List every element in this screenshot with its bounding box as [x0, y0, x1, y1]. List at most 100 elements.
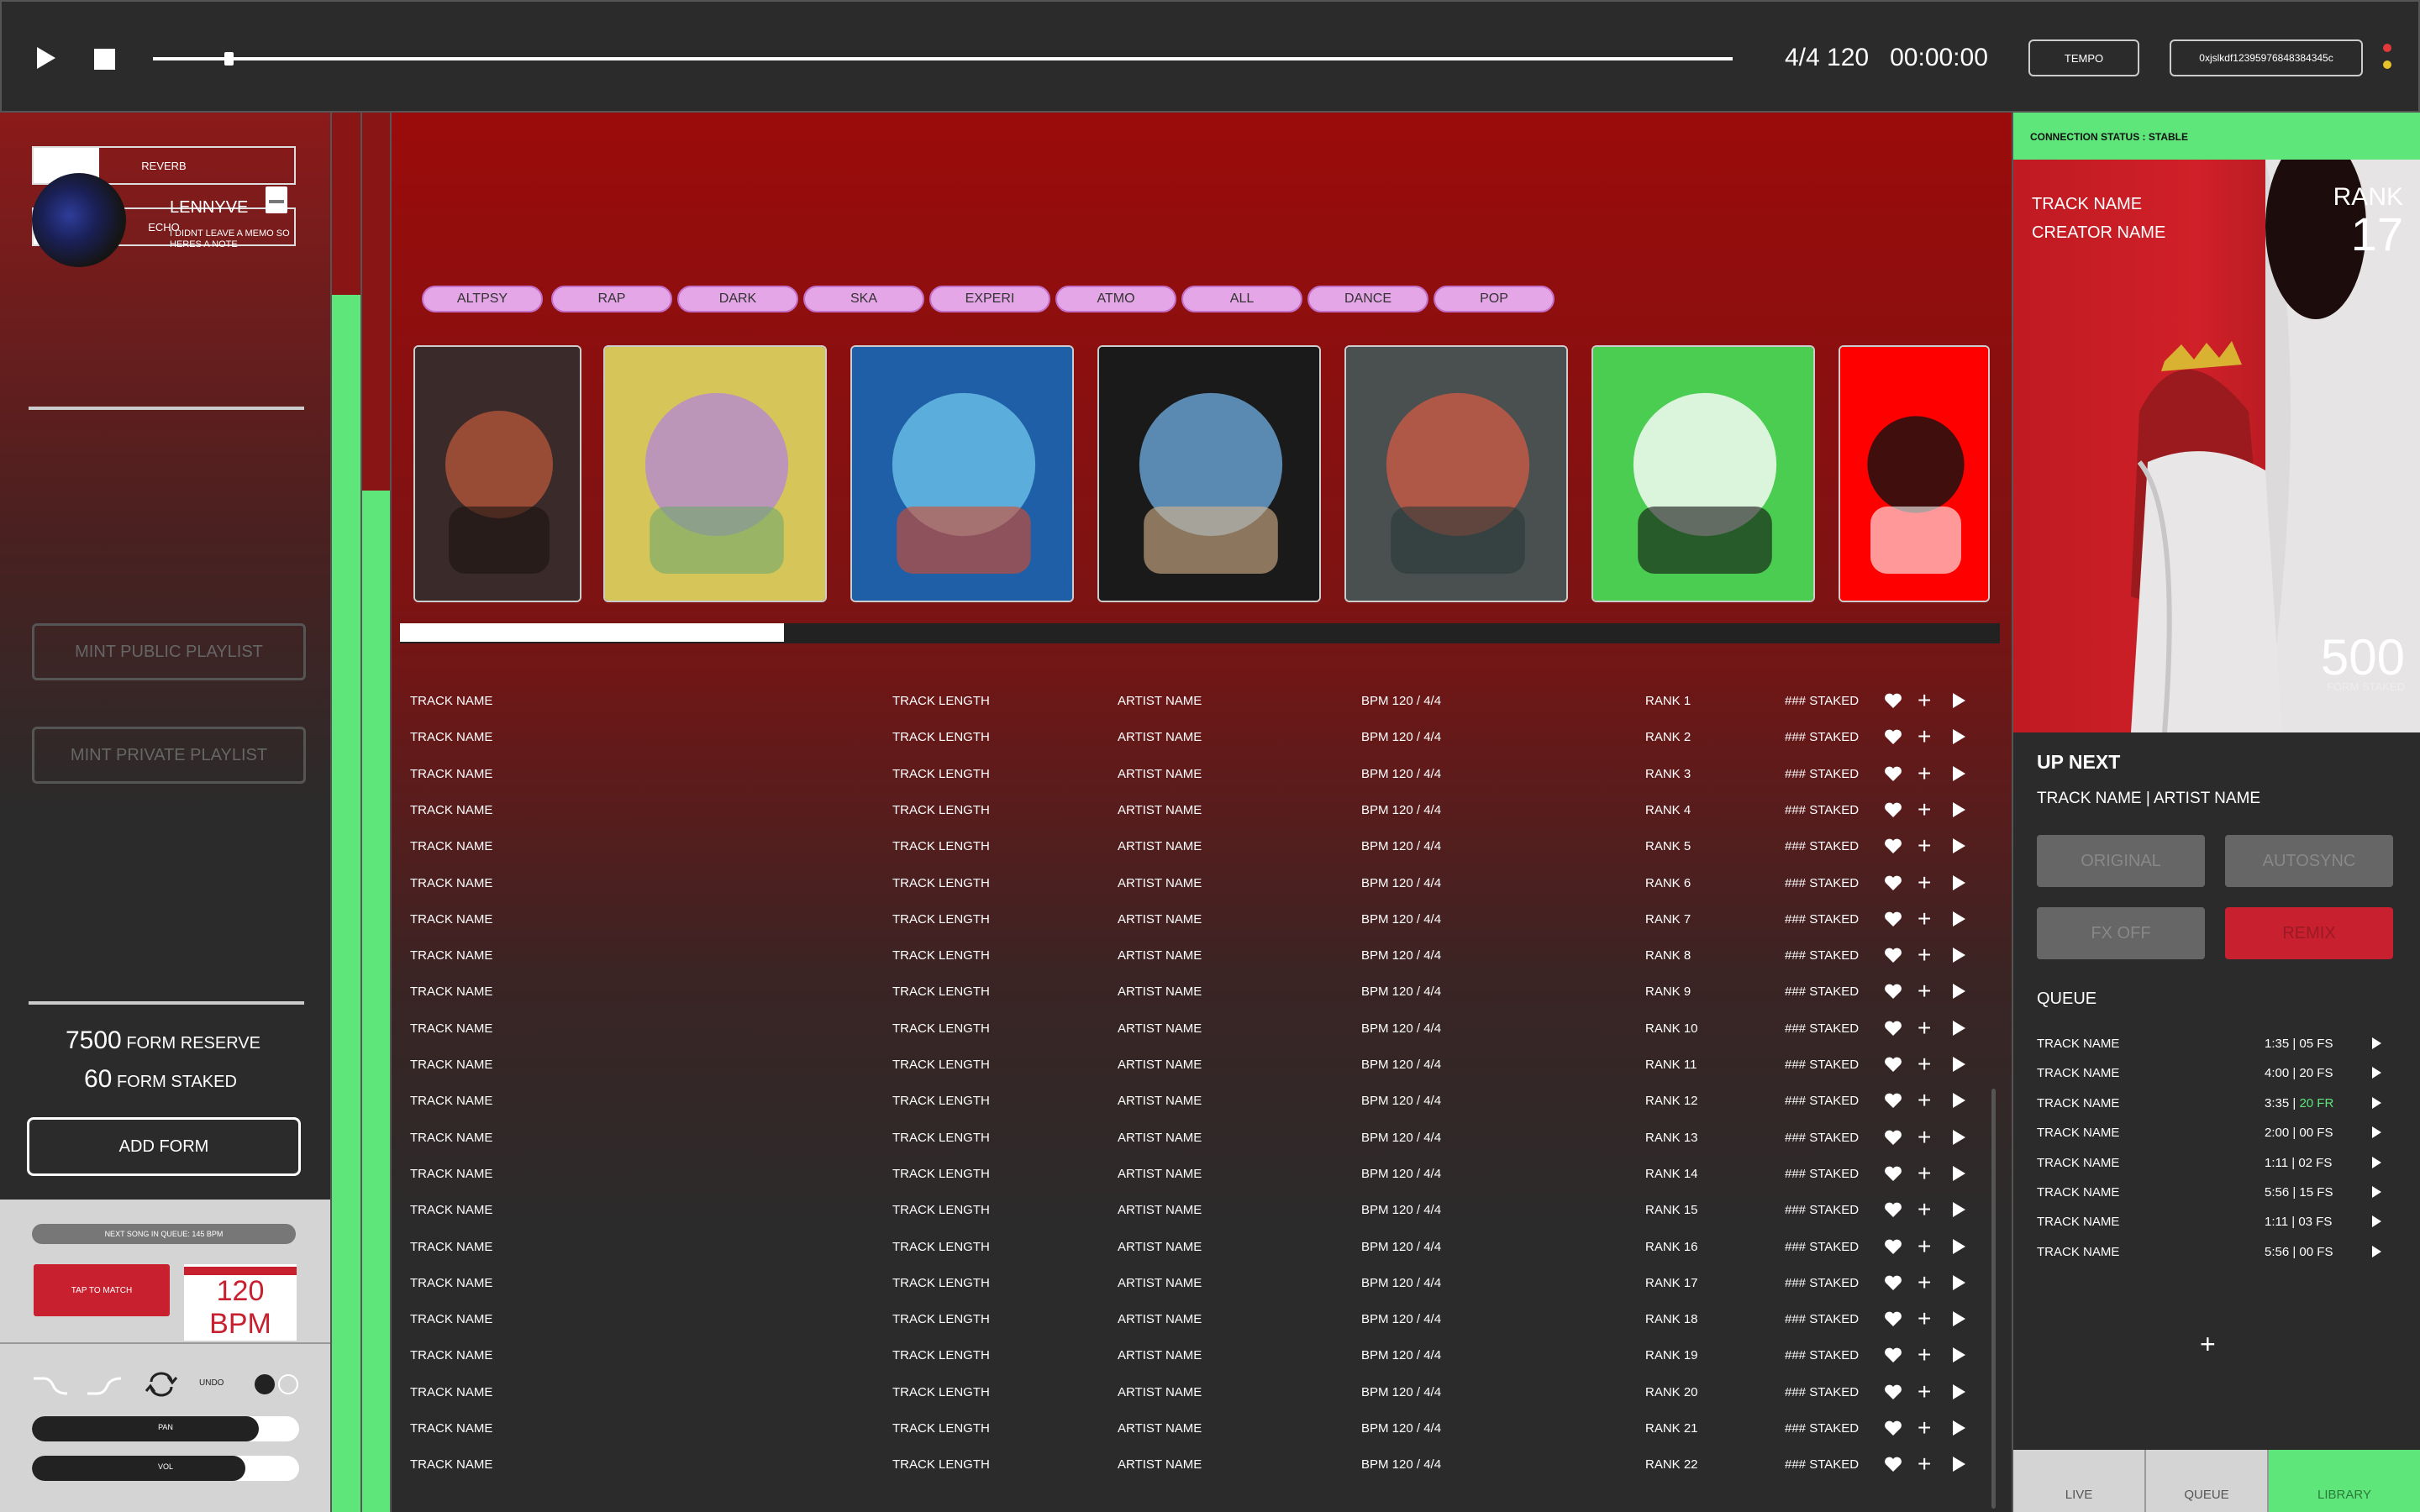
track-row[interactable]: TRACK NAME TRACK LENGTH ARTIST NAME BPM 120… — [392, 866, 2012, 901]
queue-item[interactable]: TRACK NAME 5:56 | 00 FS — [2037, 1242, 2398, 1262]
album-cover-2[interactable] — [603, 345, 827, 602]
queue-item[interactable]: TRACK NAME 5:56 | 15 FS — [2037, 1182, 2398, 1202]
heart-icon[interactable] — [1884, 1238, 1902, 1255]
fx-off-button[interactable]: FX OFF — [2037, 907, 2205, 959]
play-icon[interactable] — [1953, 911, 1965, 927]
carousel-scroll-thumb[interactable] — [400, 623, 784, 642]
play-icon[interactable] — [1953, 1383, 1965, 1399]
track-row[interactable]: TRACK NAME TRACK LENGTH ARTIST NAME BPM 120… — [392, 1157, 2012, 1192]
tap-to-match-button[interactable]: TAP TO MATCH — [34, 1264, 170, 1316]
scrubber-handle[interactable] — [224, 52, 234, 66]
sync-icon[interactable] — [143, 1372, 180, 1397]
track-row[interactable]: TRACK NAME TRACK LENGTH ARTIST NAME BPM 120… — [392, 793, 2012, 828]
album-cover-7[interactable] — [1839, 345, 1990, 602]
track-row[interactable]: TRACK NAME TRACK LENGTH ARTIST NAME BPM 120… — [392, 1302, 2012, 1337]
add-icon[interactable]: + — [1918, 797, 1931, 822]
add-form-button[interactable]: ADD FORM — [27, 1117, 301, 1176]
add-icon[interactable]: + — [1918, 1379, 1931, 1404]
add-icon[interactable]: + — [1918, 979, 1931, 1003]
track-row[interactable]: TRACK NAME TRACK LENGTH ARTIST NAME BPM 120… — [392, 684, 2012, 719]
track-row[interactable]: TRACK NAME TRACK LENGTH ARTIST NAME BPM 120… — [392, 1266, 2012, 1301]
play-icon[interactable] — [37, 47, 55, 69]
add-icon[interactable]: + — [1918, 1307, 1931, 1331]
mint-public-playlist-button[interactable]: MINT PUBLIC PLAYLIST — [32, 623, 306, 680]
queue-item[interactable]: TRACK NAME 1:11 | 03 FS — [2037, 1211, 2398, 1231]
add-icon[interactable]: + — [1918, 834, 1931, 858]
heart-icon[interactable] — [1884, 1129, 1902, 1146]
genre-pill-altpsy[interactable]: ALTPSY — [422, 286, 543, 312]
toggle-off-dot[interactable] — [278, 1374, 298, 1394]
play-icon[interactable] — [2372, 1037, 2381, 1049]
queue-item[interactable]: TRACK NAME 2:00 | 00 FS — [2037, 1122, 2398, 1142]
track-row[interactable]: TRACK NAME TRACK LENGTH ARTIST NAME BPM 120… — [392, 938, 2012, 974]
avatar[interactable] — [32, 173, 126, 267]
add-icon[interactable]: + — [1918, 1452, 1931, 1476]
play-icon[interactable] — [2372, 1245, 2381, 1257]
play-icon[interactable] — [1953, 693, 1965, 708]
play-icon[interactable] — [1953, 874, 1965, 890]
track-row[interactable]: TRACK NAME TRACK LENGTH ARTIST NAME BPM 120… — [392, 1338, 2012, 1373]
play-icon[interactable] — [1953, 1274, 1965, 1290]
play-icon[interactable] — [1953, 1020, 1965, 1036]
track-row[interactable]: TRACK NAME TRACK LENGTH ARTIST NAME BPM 120… — [392, 1193, 2012, 1228]
play-icon[interactable] — [1953, 729, 1965, 745]
queue-item[interactable]: TRACK NAME 1:35 | 05 FS — [2037, 1033, 2398, 1053]
add-icon[interactable]: + — [1918, 1198, 1931, 1221]
play-icon[interactable] — [1953, 984, 1965, 1000]
heart-icon[interactable] — [1884, 1201, 1902, 1218]
play-icon[interactable] — [2372, 1126, 2381, 1139]
play-icon[interactable] — [1953, 1057, 1965, 1072]
track-row[interactable]: TRACK NAME TRACK LENGTH ARTIST NAME BPM 120… — [392, 1447, 2012, 1483]
add-icon[interactable]: + — [1918, 1089, 1931, 1112]
track-row[interactable]: TRACK NAME TRACK LENGTH ARTIST NAME BPM 120… — [392, 1411, 2012, 1446]
heart-icon[interactable] — [1884, 947, 1902, 963]
play-icon[interactable] — [2372, 1156, 2381, 1168]
add-icon[interactable]: + — [1918, 1270, 1931, 1294]
add-icon[interactable]: + — [1918, 1016, 1931, 1040]
album-cover-1[interactable] — [413, 345, 581, 602]
play-icon[interactable] — [1953, 1165, 1965, 1181]
play-icon[interactable] — [1953, 1311, 1965, 1327]
play-icon[interactable] — [2372, 1215, 2381, 1228]
heart-icon[interactable] — [1884, 911, 1902, 927]
original-button[interactable]: ORIGINAL — [2037, 835, 2205, 887]
play-icon[interactable] — [1953, 1129, 1965, 1145]
stop-icon[interactable] — [94, 49, 115, 70]
play-icon[interactable] — [2372, 1096, 2381, 1109]
play-icon[interactable] — [1953, 1457, 1965, 1473]
track-row[interactable]: TRACK NAME TRACK LENGTH ARTIST NAME BPM 120… — [392, 1230, 2012, 1265]
album-cover-3[interactable] — [850, 345, 1074, 602]
play-icon[interactable] — [2372, 1067, 2381, 1079]
track-row[interactable]: TRACK NAME TRACK LENGTH ARTIST NAME BPM 120… — [392, 1047, 2012, 1083]
add-icon[interactable]: + — [1918, 870, 1931, 895]
heart-icon[interactable] — [1884, 765, 1902, 782]
genre-pill-atmo[interactable]: ATMO — [1055, 286, 1176, 312]
add-icon[interactable]: + — [1918, 1125, 1931, 1149]
genre-pill-dark[interactable]: DARK — [677, 286, 798, 312]
track-row[interactable]: TRACK NAME TRACK LENGTH ARTIST NAME BPM 120… — [392, 1121, 2012, 1156]
heart-icon[interactable] — [1884, 1020, 1902, 1037]
heart-icon[interactable] — [1884, 1056, 1902, 1073]
track-row[interactable]: TRACK NAME TRACK LENGTH ARTIST NAME BPM 120… — [392, 974, 2012, 1010]
add-icon[interactable]: + — [1918, 1234, 1931, 1258]
album-cover-5[interactable] — [1344, 345, 1568, 602]
fade-out-curve-icon[interactable] — [86, 1372, 123, 1397]
album-cover-6[interactable] — [1591, 345, 1815, 602]
heart-icon[interactable] — [1884, 692, 1902, 709]
heart-icon[interactable] — [1884, 1092, 1902, 1109]
track-row[interactable]: TRACK NAME TRACK LENGTH ARTIST NAME BPM 120… — [392, 829, 2012, 864]
track-row[interactable]: TRACK NAME TRACK LENGTH ARTIST NAME BPM 120… — [392, 1011, 2012, 1047]
pan-slider[interactable]: PAN — [32, 1416, 299, 1441]
play-icon[interactable] — [1953, 801, 1965, 817]
heart-icon[interactable] — [1884, 983, 1902, 1000]
genre-pill-experi[interactable]: EXPERI — [929, 286, 1050, 312]
add-icon[interactable]: + — [1918, 906, 1931, 931]
queue-item[interactable]: TRACK NAME 3:35 | 20 FR — [2037, 1093, 2398, 1113]
undo-label[interactable]: UNDO — [199, 1378, 224, 1388]
queue-item[interactable]: TRACK NAME 1:11 | 02 FS — [2037, 1152, 2398, 1173]
heart-icon[interactable] — [1884, 1274, 1902, 1291]
fade-in-curve-icon[interactable] — [32, 1372, 69, 1397]
mint-private-playlist-button[interactable]: MINT PRIVATE PLAYLIST — [32, 727, 306, 784]
add-icon[interactable]: + — [1918, 689, 1931, 712]
queue-item[interactable]: TRACK NAME 4:00 | 20 FS — [2037, 1063, 2398, 1083]
